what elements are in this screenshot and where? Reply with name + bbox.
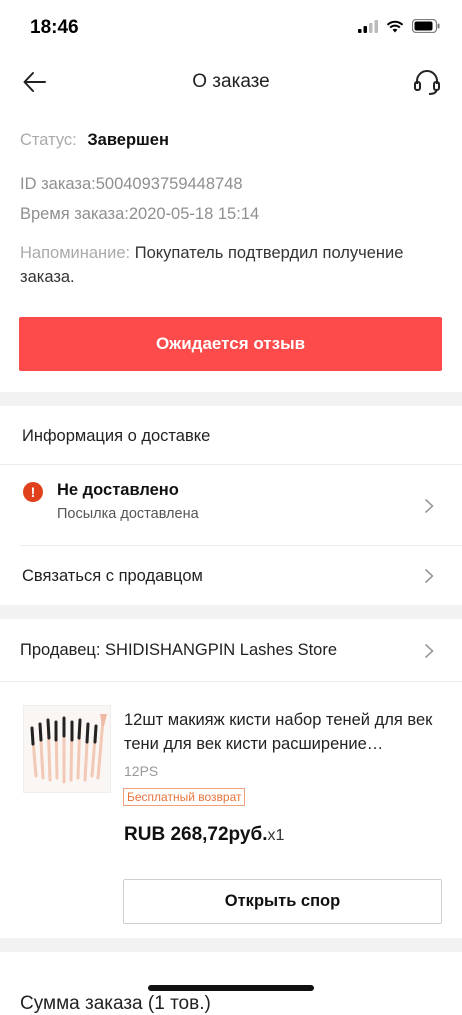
signal-icon xyxy=(358,19,378,33)
product-sku: 12PS xyxy=(124,763,159,779)
product-thumbnail[interactable] xyxy=(23,705,111,793)
home-indicator[interactable] xyxy=(148,985,314,991)
product-quantity: x1 xyxy=(267,827,285,844)
order-total-label: Сумма заказа (1 тов.) xyxy=(20,993,211,1014)
status-icons xyxy=(358,19,440,33)
headset-icon[interactable] xyxy=(412,68,442,96)
chevron-right-icon[interactable] xyxy=(424,643,434,659)
order-status: Статус: Завершен xyxy=(20,131,169,150)
divider xyxy=(0,464,462,465)
section-divider xyxy=(0,938,462,952)
product-name[interactable]: 12шт макияж кисти набор теней для век те… xyxy=(124,708,444,756)
free-return-badge: Бесплатный возврат xyxy=(123,788,246,806)
divider xyxy=(20,545,462,546)
wifi-icon xyxy=(386,20,404,32)
status-label: Статус: xyxy=(20,131,77,149)
reminder-label: Напоминание: xyxy=(20,244,131,262)
delivery-status-subtitle: Посылка доставлена xyxy=(57,506,199,522)
product-price: RUB 268,72руб.x1 xyxy=(124,824,284,846)
status-time: 18:46 xyxy=(30,17,79,38)
seller-name[interactable]: Продавец: SHIDISHANGPIN Lashes Store xyxy=(20,641,337,660)
contact-seller-link[interactable]: Связаться с продавцом xyxy=(22,567,203,586)
nav-bar: О заказе xyxy=(0,56,462,108)
section-divider xyxy=(0,605,462,619)
delivery-header: Информация о доставке xyxy=(22,427,211,445)
section-divider xyxy=(0,392,462,406)
divider xyxy=(0,681,462,682)
price-value: RUB 268,72руб. xyxy=(124,824,268,845)
order-reminder: Напоминание: Покупатель подтвердил получ… xyxy=(20,241,440,289)
battery-icon xyxy=(412,19,440,33)
order-time: Время заказа:2020-05-18 15:14 xyxy=(20,205,260,223)
open-dispute-button[interactable]: Открыть спор xyxy=(123,879,442,924)
brush-set-image xyxy=(30,714,107,784)
status-bar: 18:46 xyxy=(0,0,462,56)
page-title: О заказе xyxy=(192,71,270,92)
alert-icon: ! xyxy=(23,482,43,502)
chevron-right-icon[interactable] xyxy=(424,568,434,584)
delivery-status-title: Не доставлено xyxy=(57,481,179,499)
status-value: Завершен xyxy=(87,131,169,149)
review-button[interactable]: Ожидается отзыв xyxy=(19,317,442,371)
chevron-right-icon[interactable] xyxy=(424,498,434,514)
order-id: ID заказа:5004093759448748 xyxy=(20,175,243,193)
